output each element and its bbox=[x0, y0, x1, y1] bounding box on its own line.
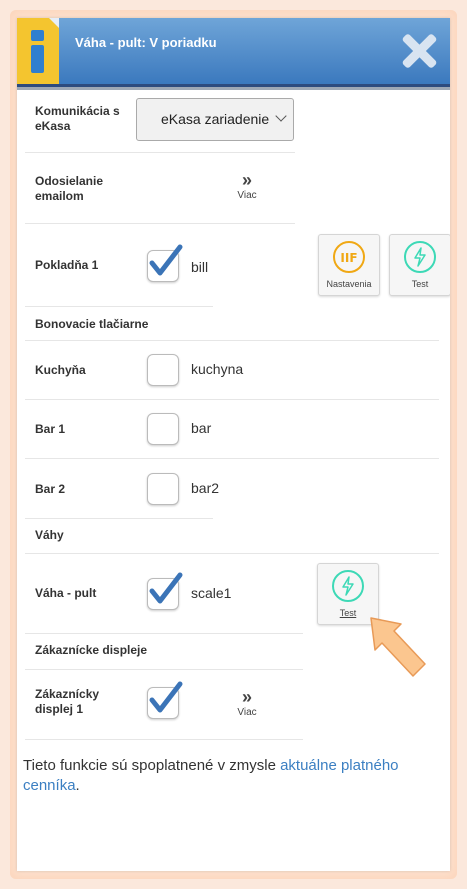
row-bar1: Bar 1 bar bbox=[25, 399, 439, 459]
footer-note: Tieto funkcie sú spoplatnené v zmysle ak… bbox=[23, 756, 443, 796]
more-label: Viac bbox=[237, 190, 257, 201]
svg-text:ΙΙF: ΙΙF bbox=[340, 251, 357, 265]
bar1-checkbox[interactable] bbox=[147, 413, 179, 445]
pokladna-test-label: Test bbox=[411, 279, 429, 289]
bar1-label: Bar 1 bbox=[35, 422, 66, 436]
vaha-checkbox[interactable] bbox=[147, 572, 183, 610]
bar2-checkbox-text: bar2 bbox=[191, 480, 220, 496]
odosielanie-more-button[interactable]: » Viac bbox=[227, 170, 267, 201]
displej-label: Zákaznícky displej 1 bbox=[35, 687, 100, 716]
row-odosielanie: Odosielanie emailom » Viac bbox=[25, 152, 295, 224]
bar2-label: Bar 2 bbox=[35, 482, 66, 496]
section-bonovacie-row bbox=[25, 306, 439, 341]
nastavenia-button[interactable]: ΙΙF Nastavenia bbox=[318, 234, 380, 296]
section-displeje-row bbox=[25, 633, 303, 670]
row-pokladna: Pokladňa 1 bill bbox=[25, 223, 213, 307]
row-bar2: Bar 2 bar2 bbox=[25, 458, 219, 519]
vaha-checkbox-text: scale1 bbox=[191, 585, 232, 601]
pokladna-checkbox[interactable] bbox=[147, 244, 183, 282]
settings-icon: ΙΙF bbox=[333, 241, 365, 273]
section-vahy-row bbox=[25, 518, 439, 554]
bar2-checkbox[interactable] bbox=[147, 473, 179, 505]
close-icon[interactable] bbox=[400, 32, 438, 70]
footer-text: Tieto funkcie sú spoplatnené v zmysle bbox=[23, 757, 281, 774]
footer-end: . bbox=[75, 777, 80, 794]
pokladna-test-button[interactable]: Test bbox=[389, 234, 450, 296]
pointer-arrow-icon bbox=[370, 617, 426, 677]
vaha-label: Váha - pult bbox=[35, 586, 97, 600]
pokladna-label: Pokladňa 1 bbox=[35, 258, 99, 272]
row-kuchyna: Kuchyňa kuchyna bbox=[25, 340, 439, 400]
kuchyna-checkbox-text: kuchyna bbox=[191, 361, 244, 377]
kuchyna-label: Kuchyňa bbox=[35, 363, 86, 377]
lightning-icon bbox=[332, 570, 364, 602]
dialog-header: Váha - pult: V poriadku bbox=[17, 18, 450, 90]
komunikacia-label: Komunikácia s eKasa bbox=[35, 104, 120, 133]
row-displej: Zákaznícky displej 1 » Viac bbox=[25, 669, 303, 740]
chevron-down-icon bbox=[275, 110, 287, 122]
displej-checkbox[interactable] bbox=[147, 681, 183, 719]
kuchyna-checkbox[interactable] bbox=[147, 354, 179, 386]
nastavenia-label: Nastavenia bbox=[326, 279, 372, 289]
row-vaha: Váha - pult scale1 bbox=[25, 553, 303, 634]
dialog-panel: Váha - pult: V poriadku Komunikácia s eK… bbox=[17, 18, 450, 871]
double-chevron-icon: » bbox=[241, 170, 252, 190]
displej-more-button[interactable]: » Viac bbox=[227, 687, 267, 718]
odosielanie-label: Odosielanie emailom bbox=[35, 174, 104, 203]
pokladna-checkbox-text: bill bbox=[191, 259, 209, 275]
lightning-icon bbox=[404, 241, 436, 273]
bar1-checkbox-text: bar bbox=[191, 420, 212, 436]
ekasa-select[interactable]: eKasa zariadenie bbox=[136, 98, 294, 141]
dialog-title: Váha - pult: V poriadku bbox=[75, 35, 217, 50]
info-icon bbox=[17, 18, 59, 84]
more-label: Viac bbox=[237, 707, 257, 718]
ekasa-select-value: eKasa zariadenie bbox=[161, 111, 270, 127]
double-chevron-icon: » bbox=[241, 687, 252, 707]
